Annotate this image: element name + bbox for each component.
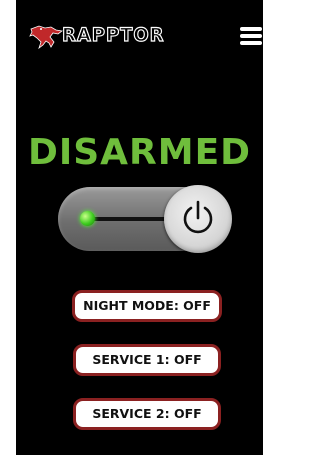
power-icon [183,200,213,234]
hamburger-menu-icon-bar [240,41,262,45]
app-logo: RAPPTOR [29,23,225,51]
hamburger-menu-icon [240,27,262,31]
status-led-icon [80,211,95,226]
arm-toggle-switch[interactable] [58,185,232,253]
app-title: RAPPTOR [61,23,165,46]
service-1-button[interactable]: SERVICE 1: OFF [73,344,221,376]
hamburger-menu-icon-bar [240,34,262,38]
toggle-knob[interactable] [164,185,232,253]
service-2-button[interactable]: SERVICE 2: OFF [73,398,221,430]
raptor-logo-icon [29,25,63,50]
night-mode-button[interactable]: NIGHT MODE: OFF [72,290,222,322]
hamburger-menu-button[interactable] [239,24,263,48]
arm-status-label: DISARMED [27,132,252,173]
app-screen: RAPPTOR DISARMED NIGHT MODE: OFF SERVICE… [16,0,263,455]
